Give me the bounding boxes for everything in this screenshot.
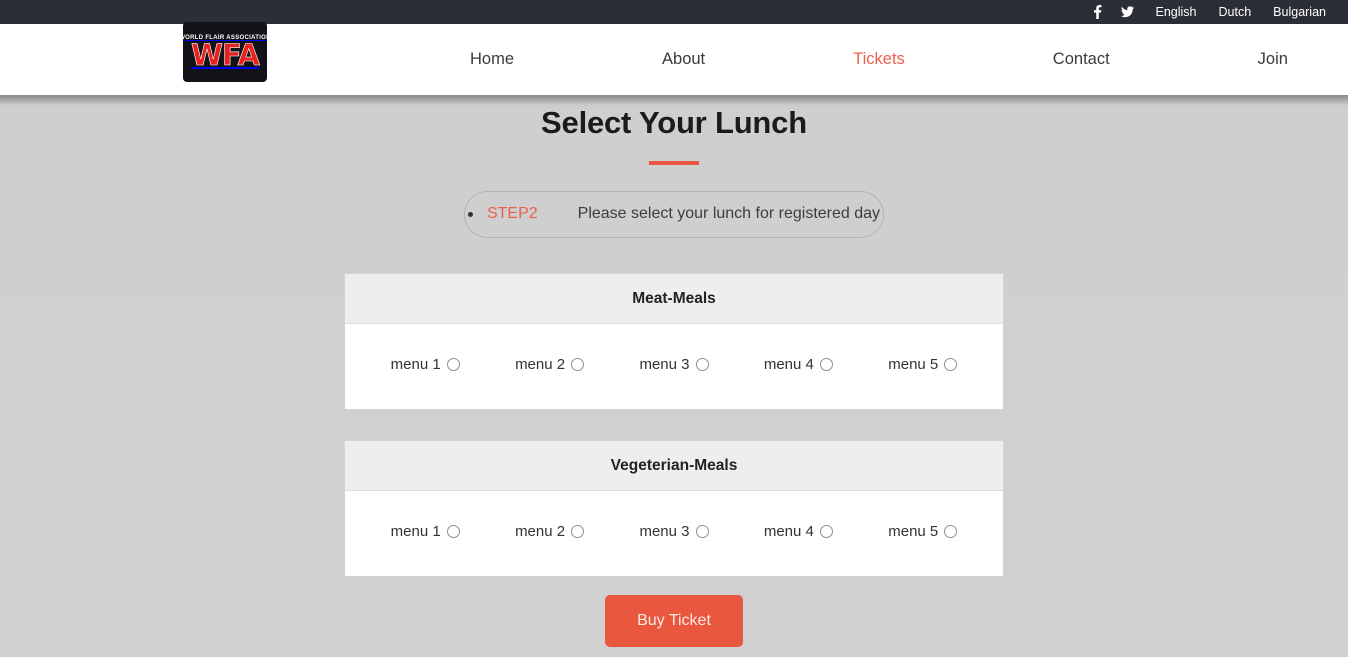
option-label: menu 3 (639, 356, 690, 373)
option-label: menu 4 (763, 523, 814, 540)
option-label: menu 3 (639, 523, 690, 540)
radio-icon[interactable] (571, 358, 585, 371)
meat-option-menu-5[interactable]: menu 5 (888, 356, 958, 373)
bullet-icon (467, 211, 473, 217)
twitter-icon[interactable] (1120, 5, 1134, 19)
meat-meals-heading: Meat-Meals (345, 274, 1003, 324)
vegetarian-option-menu-1[interactable]: menu 1 (391, 523, 460, 540)
buy-ticket-button[interactable]: Buy Ticket (605, 595, 743, 647)
meat-option-menu-4[interactable]: menu 4 (764, 356, 833, 373)
language-link-english[interactable]: English (1156, 6, 1197, 19)
step-instruction-banner: STEP2 Please select your lunch for regis… (464, 191, 884, 238)
vegetarian-option-menu-3[interactable]: menu 3 (639, 523, 709, 540)
language-link-dutch[interactable]: Dutch (1219, 6, 1252, 19)
radio-icon[interactable] (819, 358, 833, 371)
meat-meals-options: menu 1 menu 2 menu 3 menu 4 menu 5 (345, 324, 1003, 409)
nav-item-join[interactable]: Join (1258, 50, 1288, 69)
language-link-bulgarian[interactable]: Bulgarian (1273, 6, 1326, 19)
page-title: Select Your Lunch (541, 105, 807, 140)
nav-item-tickets[interactable]: Tickets (853, 50, 905, 69)
option-label: menu 5 (888, 523, 939, 540)
language-switcher: English Dutch Bulgarian (1156, 6, 1326, 19)
meat-option-menu-1[interactable]: menu 1 (391, 356, 460, 373)
option-label: menu 5 (888, 356, 939, 373)
option-label: menu 2 (515, 523, 566, 540)
meat-option-menu-2[interactable]: menu 2 (515, 356, 585, 373)
option-label: menu 4 (763, 356, 814, 373)
radio-icon[interactable] (695, 358, 709, 371)
vegetarian-meals-card: Vegeterian-Meals menu 1 menu 2 menu 3 me… (344, 440, 1004, 577)
page-content: Select Your Lunch STEP2 Please select yo… (0, 95, 1348, 657)
vegetarian-meals-heading: Vegeterian-Meals (345, 441, 1003, 491)
step-label: STEP2 (486, 205, 538, 222)
radio-icon[interactable] (819, 525, 833, 538)
radio-icon[interactable] (446, 358, 460, 371)
vegetarian-meals-options: menu 1 menu 2 menu 3 menu 4 menu 5 (345, 491, 1003, 576)
social-links (1091, 5, 1134, 19)
site-logo[interactable]: WORLD FLAIR ASSOCIATION WFA (183, 22, 267, 82)
title-underline-accent (649, 161, 699, 165)
meat-option-menu-3[interactable]: menu 3 (639, 356, 709, 373)
main-navigation: Home About Tickets Contact Join (470, 50, 1288, 69)
option-label: menu 1 (390, 523, 441, 540)
nav-item-contact[interactable]: Contact (1053, 50, 1110, 69)
nav-item-about[interactable]: About (662, 50, 705, 69)
radio-icon[interactable] (571, 525, 585, 538)
radio-icon[interactable] (446, 525, 460, 538)
radio-icon[interactable] (944, 358, 958, 371)
radio-icon[interactable] (695, 525, 709, 538)
step-description: Please select your lunch for registered … (577, 205, 881, 222)
meat-meals-card: Meat-Meals menu 1 menu 2 menu 3 menu 4 m… (344, 273, 1004, 410)
buy-ticket-area: Buy Ticket (0, 595, 1348, 647)
vegetarian-option-menu-5[interactable]: menu 5 (888, 523, 958, 540)
option-label: menu 2 (515, 356, 566, 373)
logo-wordmark: WFA (191, 38, 261, 73)
site-header: WORLD FLAIR ASSOCIATION WFA Home About T… (0, 22, 1348, 95)
radio-icon[interactable] (944, 525, 958, 538)
vegetarian-option-menu-4[interactable]: menu 4 (764, 523, 833, 540)
top-utility-bar: English Dutch Bulgarian (0, 0, 1348, 24)
vegetarian-option-menu-2[interactable]: menu 2 (515, 523, 585, 540)
option-label: menu 1 (390, 356, 441, 373)
nav-item-home[interactable]: Home (470, 50, 514, 69)
facebook-icon[interactable] (1091, 5, 1104, 19)
